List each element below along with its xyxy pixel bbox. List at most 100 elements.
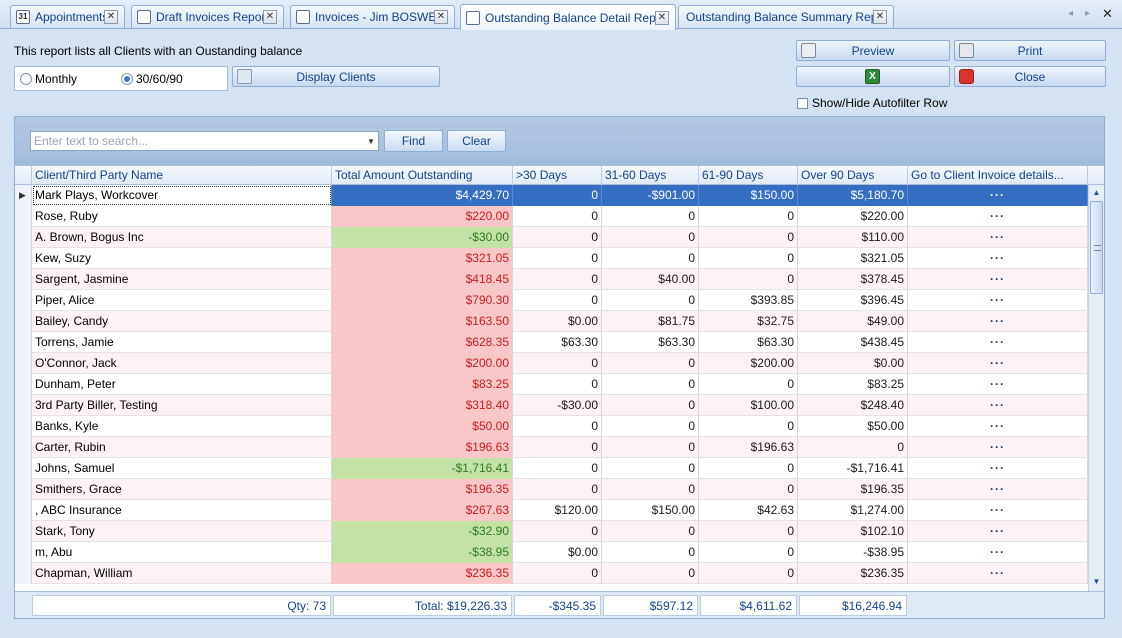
cell-61-90-days[interactable]: $200.00 (699, 353, 798, 374)
cell-over-90-days[interactable]: $378.45 (798, 269, 908, 290)
cell-61-90-days[interactable]: 0 (699, 206, 798, 227)
tab-appointments[interactable]: 31 Appointments ✕ (10, 5, 125, 28)
cell-client-invoice-details[interactable]: ··· (908, 311, 1088, 332)
cell-over-30-days[interactable]: 0 (513, 416, 602, 437)
row-indicator[interactable] (15, 374, 32, 395)
table-row[interactable]: Stark, Tony -$32.90 0 0 0 $102.10 ··· (15, 521, 1088, 542)
cell-31-60-days[interactable]: 0 (602, 437, 699, 458)
cell-client-invoice-details[interactable]: ··· (908, 479, 1088, 500)
search-combobox[interactable]: ▼ (30, 131, 379, 151)
cell-client-invoice-details[interactable]: ··· (908, 248, 1088, 269)
cell-over-90-days[interactable]: -$1,716.41 (798, 458, 908, 479)
row-indicator[interactable] (15, 227, 32, 248)
table-row[interactable]: ▶ Mark Plays, Workcover $4,429.70 0 -$901.00… (15, 185, 1088, 206)
cell-over-90-days[interactable]: $248.40 (798, 395, 908, 416)
cell-client-invoice-details[interactable]: ··· (908, 206, 1088, 227)
cell-total-outstanding[interactable]: -$32.90 (332, 521, 513, 542)
cell-over-30-days[interactable]: $0.00 (513, 311, 602, 332)
cell-client-name[interactable]: Sargent, Jasmine (32, 269, 332, 290)
cell-31-60-days[interactable]: 0 (602, 227, 699, 248)
row-indicator[interactable] (15, 563, 32, 584)
table-row[interactable]: Smithers, Grace $196.35 0 0 0 $196.35 ··· (15, 479, 1088, 500)
table-row[interactable]: Sargent, Jasmine $418.45 0 $40.00 0 $378.45 ··… (15, 269, 1088, 290)
tab-outstanding-balance-detail-report[interactable]: Outstanding Balance Detail Report ✕ (460, 4, 676, 30)
row-indicator[interactable] (15, 542, 32, 563)
cell-client-name[interactable]: Rose, Ruby (32, 206, 332, 227)
cell-31-60-days[interactable]: -$901.00 (602, 185, 699, 206)
cell-over-30-days[interactable]: 0 (513, 479, 602, 500)
header-client-name[interactable]: Client/Third Party Name (32, 166, 332, 185)
cell-total-outstanding[interactable]: -$1,716.41 (332, 458, 513, 479)
cell-client-invoice-details[interactable]: ··· (908, 437, 1088, 458)
cell-over-30-days[interactable]: 0 (513, 458, 602, 479)
close-all-tabs-icon[interactable]: ✕ (1102, 6, 1113, 22)
row-indicator[interactable] (15, 437, 32, 458)
cell-client-invoice-details[interactable]: ··· (908, 332, 1088, 353)
cell-total-outstanding[interactable]: $318.40 (332, 395, 513, 416)
cell-61-90-days[interactable]: 0 (699, 227, 798, 248)
cell-total-outstanding[interactable]: $4,429.70 (332, 185, 513, 206)
cell-total-outstanding[interactable]: $321.05 (332, 248, 513, 269)
table-row[interactable]: Chapman, William $236.35 0 0 0 $236.35 ··· (15, 563, 1088, 584)
table-row[interactable]: Kew, Suzy $321.05 0 0 0 $321.05 ··· (15, 248, 1088, 269)
cell-total-outstanding[interactable]: $220.00 (332, 206, 513, 227)
cell-over-90-days[interactable]: $110.00 (798, 227, 908, 248)
header-over-30-days[interactable]: >30 Days (513, 166, 602, 185)
cell-61-90-days[interactable]: $393.85 (699, 290, 798, 311)
cell-over-90-days[interactable]: $1,274.00 (798, 500, 908, 521)
cell-31-60-days[interactable]: 0 (602, 542, 699, 563)
cell-31-60-days[interactable]: 0 (602, 290, 699, 311)
cell-31-60-days[interactable]: 0 (602, 248, 699, 269)
cell-61-90-days[interactable]: 0 (699, 458, 798, 479)
row-indicator[interactable] (15, 416, 32, 437)
cell-total-outstanding[interactable]: -$30.00 (332, 227, 513, 248)
cell-client-invoice-details[interactable]: ··· (908, 542, 1088, 563)
cell-total-outstanding[interactable]: $418.45 (332, 269, 513, 290)
cell-client-name[interactable]: Stark, Tony (32, 521, 332, 542)
tab-scroll-left-icon[interactable]: ◂ (1068, 8, 1073, 19)
row-indicator[interactable] (15, 290, 32, 311)
cell-over-30-days[interactable]: 0 (513, 563, 602, 584)
table-row[interactable]: Bailey, Candy $163.50 $0.00 $81.75 $32.75 $49… (15, 311, 1088, 332)
cell-61-90-days[interactable]: 0 (699, 269, 798, 290)
cell-31-60-days[interactable]: 0 (602, 416, 699, 437)
cell-total-outstanding[interactable]: $790.30 (332, 290, 513, 311)
scroll-down-icon[interactable]: ▼ (1089, 575, 1104, 589)
cell-client-name[interactable]: Smithers, Grace (32, 479, 332, 500)
cell-31-60-days[interactable]: $40.00 (602, 269, 699, 290)
cell-client-name[interactable]: m, Abu (32, 542, 332, 563)
cell-total-outstanding[interactable]: $196.35 (332, 479, 513, 500)
cell-31-60-days[interactable]: $81.75 (602, 311, 699, 332)
row-indicator[interactable] (15, 479, 32, 500)
cell-61-90-days[interactable]: $100.00 (699, 395, 798, 416)
cell-over-90-days[interactable]: $102.10 (798, 521, 908, 542)
cell-over-30-days[interactable]: 0 (513, 206, 602, 227)
table-row[interactable]: Banks, Kyle $50.00 0 0 0 $50.00 ··· (15, 416, 1088, 437)
cell-over-90-days[interactable]: $0.00 (798, 353, 908, 374)
table-row[interactable]: 3rd Party Biller, Testing $318.40 -$30.00 0… (15, 395, 1088, 416)
table-row[interactable]: A. Brown, Bogus Inc -$30.00 0 0 0 $110.00 ··· (15, 227, 1088, 248)
cell-61-90-days[interactable]: 0 (699, 521, 798, 542)
cell-client-name[interactable]: Banks, Kyle (32, 416, 332, 437)
cell-client-invoice-details[interactable]: ··· (908, 227, 1088, 248)
row-indicator[interactable] (15, 332, 32, 353)
display-clients-button[interactable]: Display Clients (232, 66, 440, 87)
cell-61-90-days[interactable]: 0 (699, 374, 798, 395)
cell-client-invoice-details[interactable]: ··· (908, 395, 1088, 416)
table-row[interactable]: Carter, Rubin $196.63 0 0 $196.63 0 ··· (15, 437, 1088, 458)
print-button[interactable]: Print (954, 40, 1106, 61)
cell-over-30-days[interactable]: 0 (513, 353, 602, 374)
close-icon[interactable]: ✕ (655, 10, 669, 25)
cell-client-invoice-details[interactable]: ··· (908, 416, 1088, 437)
cell-61-90-days[interactable]: 0 (699, 479, 798, 500)
cell-over-90-days[interactable]: $49.00 (798, 311, 908, 332)
cell-client-invoice-details[interactable]: ··· (908, 563, 1088, 584)
header-31-60-days[interactable]: 31-60 Days (602, 166, 699, 185)
cell-31-60-days[interactable]: 0 (602, 563, 699, 584)
header-61-90-days[interactable]: 61-90 Days (699, 166, 798, 185)
row-indicator[interactable] (15, 458, 32, 479)
table-row[interactable]: Dunham, Peter $83.25 0 0 0 $83.25 ··· (15, 374, 1088, 395)
row-indicator[interactable] (15, 311, 32, 332)
cell-31-60-days[interactable]: $150.00 (602, 500, 699, 521)
cell-total-outstanding[interactable]: $50.00 (332, 416, 513, 437)
